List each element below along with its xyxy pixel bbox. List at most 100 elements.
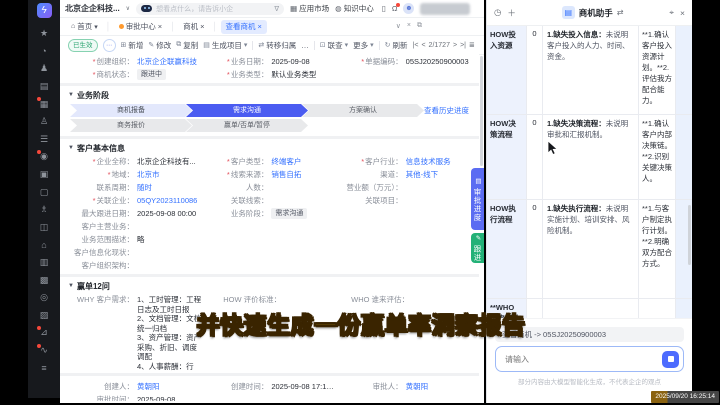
field-value[interactable]: 销售自拓 [271, 168, 301, 181]
collapse-caret-icon: ▼ [68, 145, 74, 151]
field-value[interactable]: 黄朝阳 [406, 380, 429, 393]
knowledge-center-button[interactable]: ◍ 知识中心 [335, 3, 374, 14]
field-value[interactable]: 其他-线下 [406, 168, 439, 181]
main-scrollbar[interactable] [480, 56, 483, 166]
customer-section: ▼ 客户基本信息 *企业全称：北京企企科技有...*客户类型：终端客户*客户行业… [60, 139, 479, 274]
favorites-icon[interactable]: ★ [40, 25, 49, 43]
shield-icon[interactable]: ◉ [40, 148, 49, 166]
list-view-icon[interactable]: ≣ [469, 41, 475, 49]
stop-button[interactable] [662, 351, 679, 368]
bell-icon[interactable]: Ω [392, 4, 398, 13]
contact-icon[interactable]: ♙ [40, 113, 49, 131]
collapse-caret-icon: ▼ [68, 92, 74, 98]
more-circle-button[interactable]: ⋯ [103, 39, 116, 52]
button-label: 转移归属 [266, 40, 296, 51]
tab-2[interactable]: 审批中心× [114, 20, 167, 34]
转移归属-button[interactable]: ⇄转移归属 [258, 40, 296, 51]
tab-1[interactable]: ⌂首页▾ [66, 20, 103, 34]
message-card-icon[interactable]: ▦ [40, 95, 49, 113]
field-value[interactable]: 北京市 [137, 168, 160, 181]
next-page-icon[interactable]: > [453, 42, 457, 49]
files-icon-glyph: ▨ [40, 310, 49, 321]
stage-todo[interactable]: 赢单/否单/暂停 [186, 119, 308, 132]
chevron-down-icon[interactable]: ∨ [126, 5, 130, 12]
field-value[interactable]: 黄朝阳 [137, 380, 160, 393]
assistant-scrollbar[interactable] [688, 205, 691, 265]
customer-section-title[interactable]: ▼ 客户基本信息 [68, 141, 471, 155]
field-value[interactable]: 终端客户 [271, 155, 301, 168]
tab-label: 首页 [77, 21, 92, 32]
tab-divider: │ [106, 22, 111, 31]
doc-edit-icon[interactable]: ▤ [40, 78, 49, 96]
first-page-icon[interactable]: |< [413, 42, 419, 49]
field-value[interactable]: 北京企企联赢科技 [137, 55, 197, 68]
dimension-cell: HOW投入资源 [487, 26, 527, 114]
stage-active[interactable]: 需求沟通 [186, 104, 308, 117]
wallet-icon-glyph: ◫ [40, 222, 49, 233]
global-search[interactable]: 想看点什么，请告诉小企 ∇ [136, 3, 284, 15]
stage-done[interactable]: 商机报备 [70, 104, 192, 117]
org-switcher[interactable]: 北京企企科技... [65, 3, 120, 14]
close-icon[interactable]: × [680, 8, 685, 18]
bar-chart-icon[interactable]: ⊿ [40, 324, 49, 342]
更多-button[interactable]: 更多▾ [353, 40, 374, 51]
new-chat-icon[interactable]: ＋ [507, 7, 516, 19]
联查-button[interactable]: ⊡联查▾ [320, 40, 348, 51]
close-icon[interactable]: × [158, 22, 162, 31]
field-label: 人数： [202, 181, 268, 194]
stage-section-title[interactable]: ▼ 业务阶段 [68, 88, 471, 102]
wallet-icon[interactable]: ◫ [40, 219, 49, 237]
field-value: 2025-09-08 [271, 55, 309, 68]
user-avatar[interactable]: ☻ [403, 3, 414, 14]
assistant-input[interactable] [503, 354, 662, 365]
tab-4[interactable]: 查看商机× [221, 20, 267, 34]
生成项目-button[interactable]: ▤生成项目▾ [203, 40, 247, 51]
last-page-icon[interactable]: >| [460, 42, 466, 49]
layers-icon[interactable]: ☰ [40, 131, 49, 149]
target-icon[interactable]: ◎ [40, 289, 49, 307]
side-tab-审批进度[interactable]: ▤审批进度 [471, 168, 484, 230]
collapse-icon[interactable]: ∨ [396, 22, 401, 30]
tab-divider: │ [213, 22, 218, 31]
swap-icon[interactable]: ⇄ [617, 8, 624, 17]
close-icon[interactable]: × [258, 22, 262, 31]
expand-icon[interactable]: ⧉ [417, 22, 422, 30]
org-chart-icon[interactable]: ♟ [40, 60, 49, 78]
dashboard-icon[interactable]: ◔ [40, 43, 49, 61]
close-icon[interactable]: × [200, 22, 204, 31]
stage-todo[interactable]: 方案确认 [302, 104, 424, 117]
trend-icon[interactable]: ∿ [40, 342, 49, 360]
field-value[interactable]: 05QY2023110086 [137, 194, 197, 207]
close-all-icon[interactable]: × [407, 22, 411, 30]
grid-apps-icon[interactable]: ▥ [40, 254, 49, 272]
button-label: 新增 [128, 40, 143, 51]
mobile-icon[interactable]: ▯ [382, 4, 386, 13]
刷新-button[interactable]: ↻刷新 [385, 40, 408, 51]
files-icon[interactable]: ▨ [40, 307, 49, 325]
cube-icon[interactable]: ▣ [40, 166, 49, 184]
user-bell-icon[interactable]: ♗ [40, 201, 49, 219]
side-tab-跟进[interactable]: ✎跟进 [471, 233, 484, 263]
history-icon[interactable]: ◷ [494, 7, 501, 18]
bank-icon[interactable]: ⌂ [40, 236, 49, 254]
tab-3[interactable]: 商机× [178, 20, 209, 34]
新增-button[interactable]: ⊞新增 [121, 40, 144, 51]
修改-button[interactable]: ✎修改 [148, 40, 171, 51]
复制-button[interactable]: ⧉复制 [176, 40, 198, 51]
pin-icon[interactable]: ⌖ [669, 7, 674, 18]
chevron-down-icon[interactable]: ▾ [94, 23, 98, 31]
filter-icon[interactable]: ∇ [274, 5, 279, 13]
board-icon[interactable]: ▩ [40, 271, 49, 289]
field-value[interactable]: 随时 [137, 181, 152, 194]
field-value[interactable]: 信息技术服务 [406, 155, 451, 168]
history-link[interactable]: 查看历史进度 [424, 104, 469, 117]
win12-section-title[interactable]: ▼ 赢单12问 [68, 279, 471, 293]
app-market-button[interactable]: ▦ 应用市场 [290, 3, 329, 14]
overflow-button[interactable]: … [301, 41, 309, 50]
app-logo-icon[interactable]: ϟ [37, 3, 52, 18]
menu-icon[interactable]: ≡ [40, 359, 49, 377]
stage-todo[interactable]: 商务报价 [70, 119, 192, 132]
field-label: *业务类型： [202, 68, 268, 81]
monitor-icon[interactable]: ▢ [40, 183, 49, 201]
prev-page-icon[interactable]: < [421, 42, 425, 49]
